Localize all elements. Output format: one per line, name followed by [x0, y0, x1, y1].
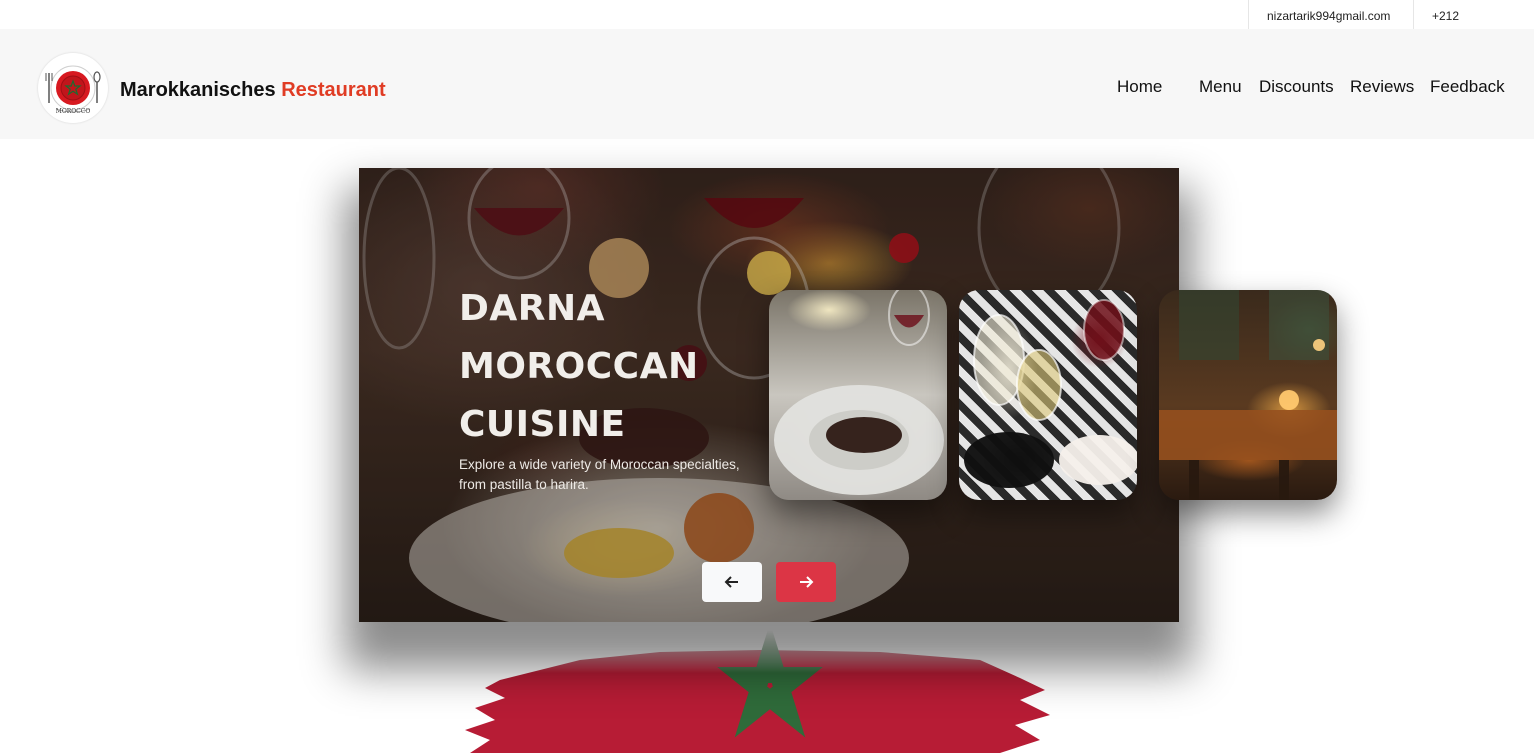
arrow-right-icon	[800, 576, 814, 588]
nav-feedback[interactable]: Feedback	[1430, 77, 1505, 97]
plate-logo-icon: MOROCCO	[45, 65, 101, 115]
nav-menu[interactable]: Menu	[1199, 77, 1242, 97]
nav-reviews[interactable]: Reviews	[1350, 77, 1414, 97]
brand-main: Marokkanisches	[120, 79, 276, 101]
brand-name[interactable]: Marokkanisches Restaurant	[120, 79, 386, 102]
contact-bar: nizartarik994gmail.com +212 642621383	[0, 0, 1534, 56]
restaurant-logo[interactable]: MOROCCO	[38, 53, 108, 123]
nav-home[interactable]: Home	[1117, 77, 1162, 97]
contact-email[interactable]: nizartarik994gmail.com	[1248, 0, 1413, 29]
hero-title: DARNA MOROCCAN CUISINE	[459, 288, 699, 445]
next-slide-button[interactable]	[776, 562, 836, 602]
brand-accent: Restaurant	[281, 79, 386, 101]
thumbnail-table-wine[interactable]	[959, 290, 1137, 500]
prev-slide-button[interactable]	[702, 562, 762, 602]
table-wine-image	[964, 299, 1137, 488]
plated-dish-image	[774, 290, 944, 495]
hero-description: Explore a wide variety of Moroccan speci…	[459, 457, 740, 492]
thumbnail-dining-room[interactable]	[1159, 290, 1337, 500]
moroccan-flag-brush-image	[460, 630, 1060, 753]
dining-room-image	[1159, 290, 1337, 500]
site-header: MOROCCO Marokkanisches Restaurant Home M…	[0, 29, 1534, 139]
logo-caption: MOROCCO	[56, 108, 91, 115]
nav-discounts[interactable]: Discounts	[1259, 77, 1334, 97]
arrow-left-icon	[724, 576, 738, 588]
thumbnail-plated-dish[interactable]	[769, 290, 947, 500]
contact-phone[interactable]: +212 642621383	[1413, 0, 1534, 56]
